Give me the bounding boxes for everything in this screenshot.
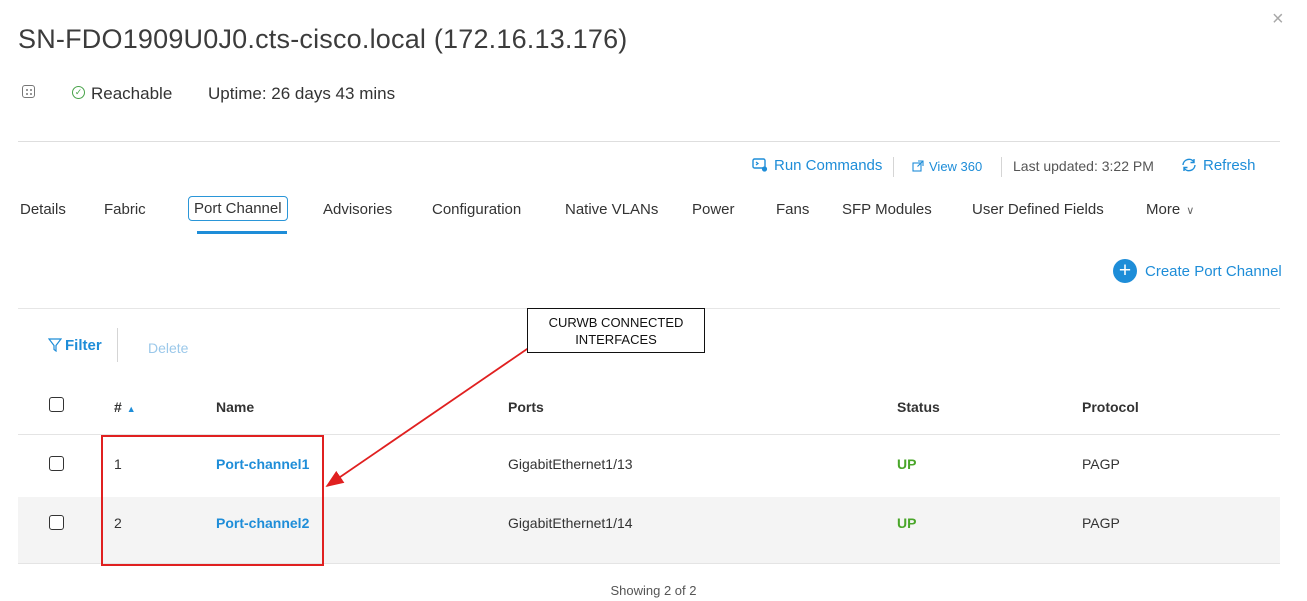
callout-line-1: CURWB CONNECTED: [548, 315, 684, 330]
annotation-callout: CURWB CONNECTED INTERFACES: [527, 308, 705, 353]
callout-line-2: INTERFACES: [575, 332, 657, 347]
pagination-summary: Showing 2 of 2: [610, 583, 697, 598]
annotation-arrow: [325, 346, 531, 488]
